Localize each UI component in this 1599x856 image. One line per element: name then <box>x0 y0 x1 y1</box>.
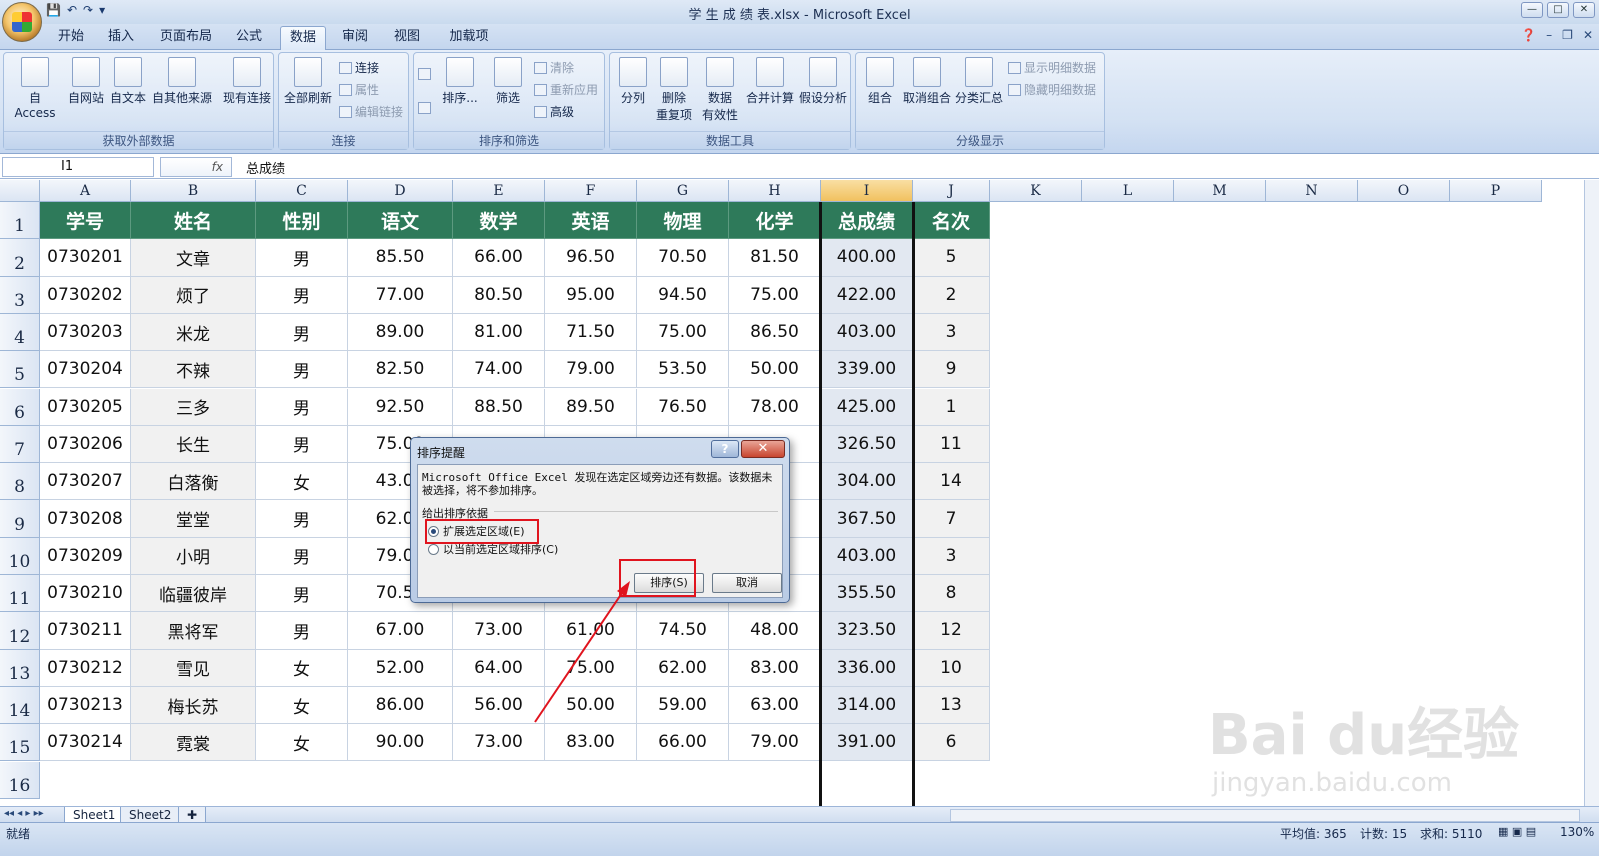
watermark-url: jingyan.baidu.com <box>1212 768 1452 798</box>
watermark-logo: Bai du经验 <box>1208 703 1520 768</box>
